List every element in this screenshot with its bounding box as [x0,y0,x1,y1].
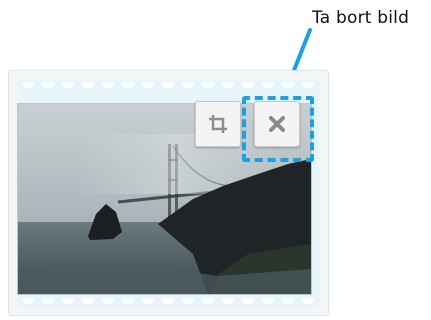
crop-icon [207,113,229,135]
remove-image-button[interactable] [254,101,300,147]
close-icon [268,115,286,133]
crop-image-button[interactable] [195,101,241,147]
frame-scallop-bottom [18,296,319,306]
frame-scallop-top [18,80,319,90]
help-illustration: Ta bort bild [0,0,431,320]
